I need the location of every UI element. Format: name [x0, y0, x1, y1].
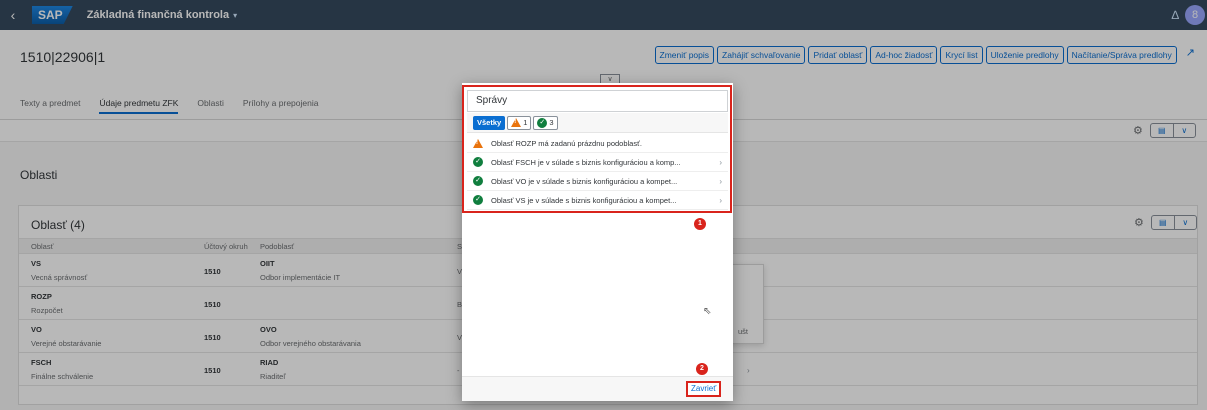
- dialog-footer: Zavrieť: [462, 376, 733, 401]
- step-badge: 1: [694, 218, 706, 230]
- messages-dialog: Správy Všetky 1 ✓ 3 Oblasť ROZP má zadan…: [462, 83, 733, 401]
- close-button[interactable]: Zavrieť: [686, 381, 722, 397]
- step-badge: 2: [696, 363, 708, 375]
- mouse-cursor-icon: ⇖: [703, 306, 712, 317]
- highlight-box: [462, 85, 732, 213]
